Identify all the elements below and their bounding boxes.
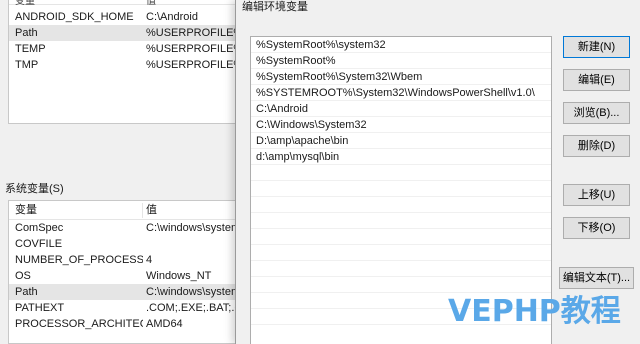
var-name: NUMBER_OF_PROCESSORS: [15, 254, 143, 266]
delete-button[interactable]: 删除(D): [563, 135, 630, 157]
user-header-value: 值: [146, 0, 156, 7]
empty-path-slot[interactable]: [251, 181, 551, 197]
var-value: 4: [146, 254, 153, 266]
watermark-text: VEPHP教程: [448, 294, 621, 329]
empty-path-slot[interactable]: [251, 245, 551, 261]
var-name: PATHEXT: [15, 302, 65, 314]
var-name: Path: [15, 27, 38, 39]
user-var-row[interactable]: Path %USERPROFILE%\A: [9, 25, 240, 41]
var-value: C:\windows\system3: [146, 286, 240, 298]
system-variables-list[interactable]: 变量 值 ComSpec C:\windows\system3 COVFILE …: [8, 200, 240, 344]
path-entry[interactable]: C:\Windows\System32: [251, 117, 551, 133]
system-variables-header: 变量 值: [9, 201, 240, 220]
var-name: Path: [15, 286, 38, 298]
var-name: ComSpec: [15, 222, 64, 234]
path-entry[interactable]: d:\amp\mysql\bin: [251, 149, 551, 165]
empty-path-slot[interactable]: [251, 261, 551, 277]
system-var-row-selected[interactable]: Path C:\windows\system3: [9, 284, 240, 300]
system-var-row[interactable]: PATHEXT .COM;.EXE;.BAT;.CM: [9, 300, 240, 316]
var-value: C:\windows\system3: [146, 222, 240, 234]
path-entry[interactable]: C:\Android: [251, 101, 551, 117]
path-entry[interactable]: %SystemRoot%: [251, 53, 551, 69]
user-variables-header: 变量 值: [9, 0, 240, 7]
user-header-name: 变量: [15, 0, 35, 7]
empty-path-slot[interactable]: [251, 229, 551, 245]
system-var-row[interactable]: NUMBER_OF_PROCESSORS 4: [9, 252, 240, 268]
column-divider[interactable]: [142, 203, 143, 218]
var-value: %USERPROFILE%\A: [146, 59, 240, 71]
system-var-row[interactable]: OS Windows_NT: [9, 268, 240, 284]
environment-variables-dialog: 变量 值 ANDROID_SDK_HOME C:\Android Path %U…: [0, 0, 240, 344]
var-value: .COM;.EXE;.BAT;.CM: [146, 302, 240, 314]
empty-path-slot[interactable]: [251, 213, 551, 229]
var-value: AMD64: [146, 318, 183, 330]
empty-path-slot[interactable]: [251, 197, 551, 213]
browse-button[interactable]: 浏览(B)...: [563, 102, 630, 124]
edit-button[interactable]: 编辑(E): [563, 69, 630, 91]
sys-header-value[interactable]: 值: [146, 201, 157, 220]
move-up-button[interactable]: 上移(U): [563, 184, 630, 206]
var-name: COVFILE: [15, 238, 63, 250]
user-var-row[interactable]: TMP %USERPROFILE%\A: [9, 57, 240, 73]
edit-environment-variable-dialog: 编辑环境变量 %SystemRoot%\system32 %SystemRoot…: [235, 0, 640, 344]
var-name: TMP: [15, 59, 39, 71]
empty-path-slot[interactable]: [251, 277, 551, 293]
user-var-row[interactable]: ANDROID_SDK_HOME C:\Android: [9, 9, 240, 25]
var-value: C:\Android: [146, 11, 198, 23]
var-name: TEMP: [15, 43, 46, 55]
sys-header-name[interactable]: 变量: [15, 201, 37, 220]
user-variables-list[interactable]: 变量 值 ANDROID_SDK_HOME C:\Android Path %U…: [8, 0, 240, 124]
system-var-row[interactable]: COVFILE: [9, 236, 240, 252]
var-name: PROCESSOR_ARCHITECT...: [15, 318, 143, 330]
dialog-title: 编辑环境变量: [242, 1, 308, 13]
var-value: %USERPROFILE%\A: [146, 27, 240, 39]
var-value: Windows_NT: [146, 270, 212, 282]
system-var-row[interactable]: ComSpec C:\windows\system3: [9, 220, 240, 236]
var-name: OS: [15, 270, 31, 282]
new-button[interactable]: 新建(N): [563, 36, 630, 58]
path-entry[interactable]: %SYSTEMROOT%\System32\WindowsPowerShell\…: [251, 85, 551, 101]
system-variables-label: 系统变量(S): [5, 183, 64, 195]
move-down-button[interactable]: 下移(O): [563, 217, 630, 239]
path-entry[interactable]: %SystemRoot%\System32\Wbem: [251, 69, 551, 85]
path-entry[interactable]: D:\amp\apache\bin: [251, 133, 551, 149]
user-var-row[interactable]: TEMP %USERPROFILE%\A: [9, 41, 240, 57]
edit-text-button[interactable]: 编辑文本(T)...: [559, 267, 634, 289]
var-name: ANDROID_SDK_HOME: [15, 11, 134, 23]
empty-path-slot[interactable]: [251, 165, 551, 181]
system-var-row[interactable]: PROCESSOR_ARCHITECT... AMD64: [9, 316, 240, 332]
path-entry[interactable]: %SystemRoot%\system32: [251, 37, 551, 53]
var-value: %USERPROFILE%\A: [146, 43, 240, 55]
